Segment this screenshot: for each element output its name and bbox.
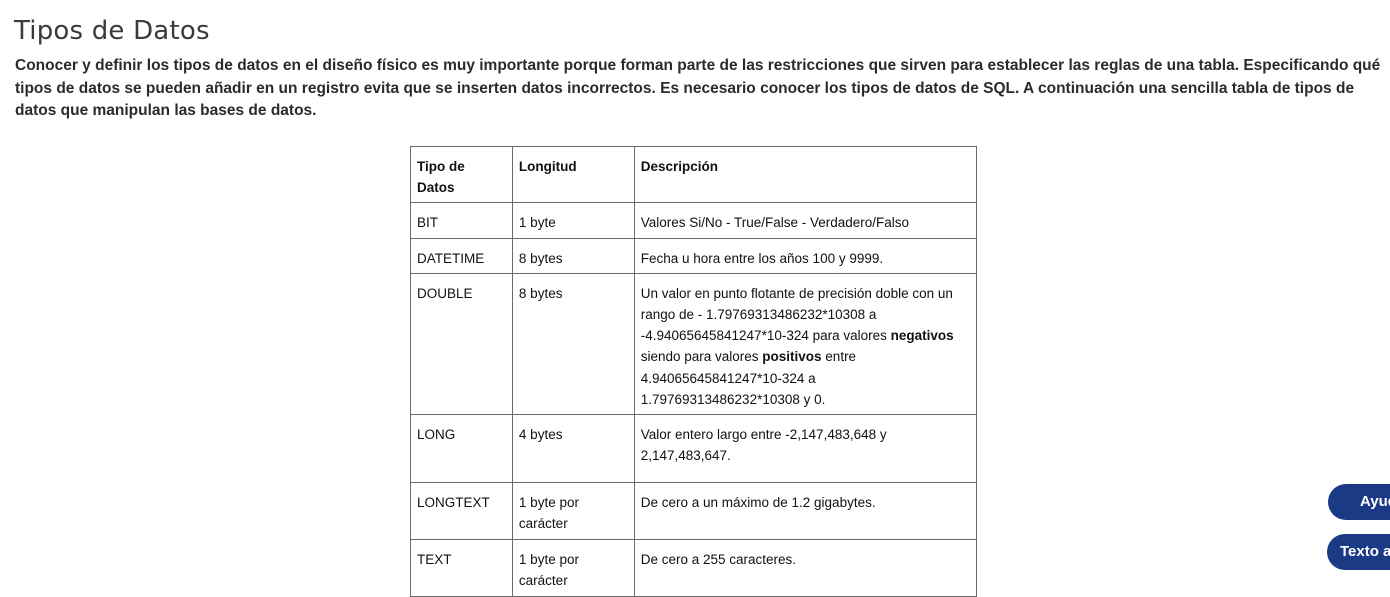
data-types-table: Tipo de Datos Longitud Descripción BIT 1…: [410, 145, 978, 597]
texto-a-button[interactable]: Texto a: [1327, 534, 1390, 570]
cell-type: BIT: [410, 202, 513, 239]
cell-description: De cero a un máximo de 1.2 gigabytes.: [633, 482, 978, 541]
cell-description: Valor entero largo entre -2,147,483,648 …: [633, 414, 978, 484]
cell-length: 8 bytes: [511, 237, 635, 274]
cell-type: DOUBLE: [410, 272, 513, 416]
description-bold-negativos: negativos: [890, 328, 954, 344]
table-row: DOUBLE 8 bytes Un valor en punto flotant…: [410, 272, 978, 416]
cell-length: 4 bytes: [511, 414, 635, 484]
intro-paragraph: Conocer y definir los tipos de datos en …: [15, 57, 1381, 119]
cell-description: Fecha u hora entre los años 100 y 9999.: [633, 237, 978, 274]
cell-description: Un valor en punto flotante de precisión …: [633, 272, 978, 416]
cell-length: 1 byte: [511, 202, 635, 239]
header-longitud: Longitud: [511, 145, 635, 204]
header-tipo-de-datos: Tipo de Datos: [410, 145, 513, 204]
cell-type: LONG: [410, 414, 513, 484]
cell-length: 8 bytes: [511, 272, 635, 416]
table-row: DATETIME 8 bytes Fecha u hora entre los …: [410, 237, 978, 274]
table-header-row: Tipo de Datos Longitud Descripción: [410, 145, 978, 204]
description-text: siendo para valores: [640, 349, 763, 365]
cell-length: 1 byte por carácter: [511, 482, 635, 541]
table-row: LONGTEXT 1 byte por carácter De cero a u…: [410, 482, 978, 541]
header-descripcion: Descripción: [633, 145, 978, 204]
page-title: Tipos de Datos: [14, 16, 210, 46]
table-row: LONG 4 bytes Valor entero largo entre -2…: [410, 414, 978, 484]
table-row: BIT 1 byte Valores Si/No - True/False - …: [410, 202, 978, 239]
description-bold-positivos: positivos: [762, 349, 822, 365]
cell-type: LONGTEXT: [410, 482, 513, 541]
cell-type: DATETIME: [410, 237, 513, 274]
ayuda-button[interactable]: Ayuda: [1328, 484, 1390, 520]
cell-description: Valores Si/No - True/False - Verdadero/F…: [633, 202, 978, 239]
